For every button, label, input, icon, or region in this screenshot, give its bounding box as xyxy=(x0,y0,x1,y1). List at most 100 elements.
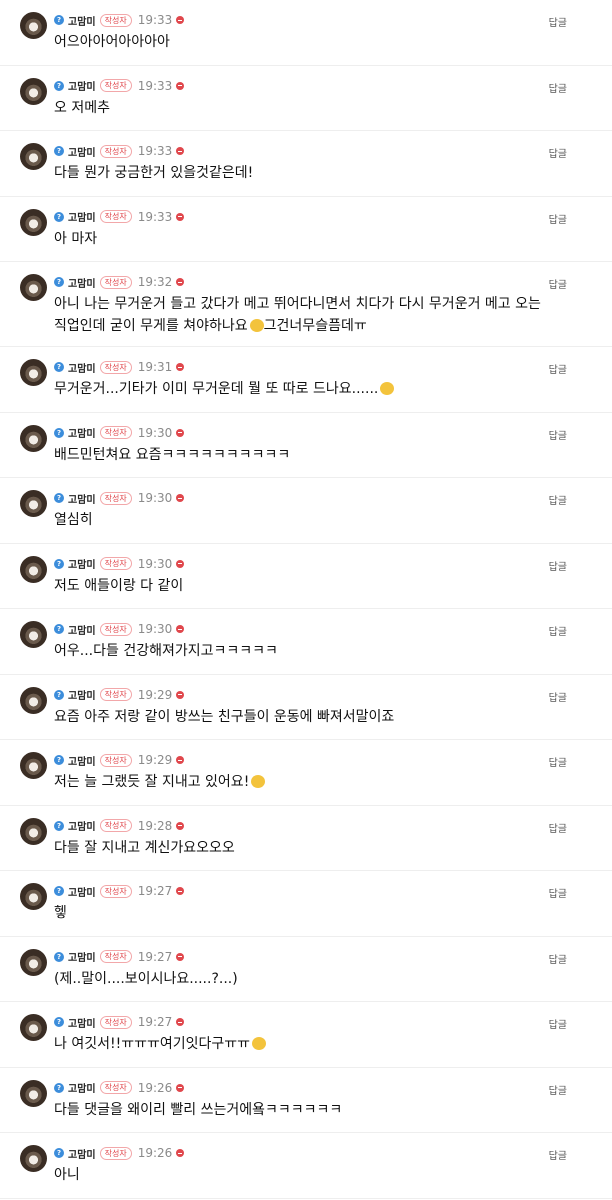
reply-button[interactable]: 답글 xyxy=(549,427,567,442)
comment-meta: ? 고맘미 작성자 19:30 xyxy=(54,490,185,506)
reply-button[interactable]: 답글 xyxy=(549,14,567,29)
reply-button[interactable]: 답글 xyxy=(549,623,567,638)
reply-button[interactable]: 답글 xyxy=(549,276,567,291)
author-badge: 작성자 xyxy=(99,819,132,832)
level-icon: ? xyxy=(54,1082,64,1093)
avatar[interactable] xyxy=(20,77,47,105)
nickname[interactable]: 고맘미 xyxy=(68,144,96,159)
nickname[interactable]: 고맘미 xyxy=(68,753,96,768)
avatar[interactable] xyxy=(20,555,47,583)
avatar[interactable] xyxy=(20,686,47,714)
nickname[interactable]: 고맘미 xyxy=(68,209,96,224)
nickname[interactable]: 고맘미 xyxy=(68,78,96,93)
report-icon[interactable] xyxy=(176,494,185,502)
report-icon[interactable] xyxy=(176,821,185,830)
comment-body: 헿 xyxy=(54,902,572,924)
comment-item: ? 고맘미 작성자 19:26 답글 다들 댓글을 왜이리 빨리 쓰는거에욬ㅋㅋㅋㅋㅋㅋ xyxy=(0,1068,612,1133)
comment-body: 어으아아어아아아아 xyxy=(54,31,572,53)
avatar[interactable] xyxy=(20,274,47,301)
nickname[interactable]: 고맘미 xyxy=(68,622,96,637)
level-icon: ? xyxy=(54,277,64,287)
avatar[interactable] xyxy=(20,424,47,452)
reply-button[interactable]: 답글 xyxy=(549,689,567,704)
reply-button[interactable]: 답글 xyxy=(549,80,567,95)
report-icon[interactable] xyxy=(176,81,185,90)
report-icon[interactable] xyxy=(176,1018,185,1026)
reply-button[interactable]: 답글 xyxy=(549,492,567,507)
report-icon[interactable] xyxy=(176,952,185,961)
avatar[interactable] xyxy=(20,12,47,39)
nickname[interactable]: 고맘미 xyxy=(68,275,96,290)
nickname[interactable]: 고맘미 xyxy=(68,1080,96,1095)
reply-button[interactable]: 답글 xyxy=(549,820,567,835)
nickname[interactable]: 고맘미 xyxy=(68,13,96,28)
comment-meta: ? 고맘미 작성자 19:26 xyxy=(54,1080,185,1096)
reply-button[interactable]: 답글 xyxy=(549,951,567,966)
comment-meta: ? 고맘미 작성자 19:30 xyxy=(54,621,185,637)
nickname[interactable]: 고맘미 xyxy=(68,884,96,899)
nickname[interactable]: 고맘미 xyxy=(68,1015,96,1030)
reply-button[interactable]: 답글 xyxy=(549,1082,567,1097)
comment-text: 다들 잘 지내고 계신가요오오오 xyxy=(54,839,235,856)
reply-button[interactable]: 답글 xyxy=(549,361,567,376)
comment-item: ? 고맘미 작성자 19:33 답글 오 저메추 xyxy=(0,66,612,131)
avatar[interactable] xyxy=(20,752,47,779)
reply-button[interactable]: 답글 xyxy=(549,1016,567,1031)
reply-button[interactable]: 답글 xyxy=(549,754,567,769)
reply-button[interactable]: 답글 xyxy=(549,885,567,900)
comment-item: ? 고맘미 작성자 19:33 답글 다들 뭔가 궁금한거 있을것같은데! xyxy=(0,131,612,197)
reply-button[interactable]: 답글 xyxy=(549,558,567,573)
comment-text: 어우...다들 건강해져가지고ㅋㅋㅋㅋㅋ xyxy=(54,643,278,659)
author-badge: 작성자 xyxy=(99,491,132,505)
nickname[interactable]: 고맘미 xyxy=(68,687,96,702)
level-icon: ? xyxy=(54,624,64,634)
report-icon[interactable] xyxy=(176,1149,185,1157)
nickname[interactable]: 고맘미 xyxy=(68,360,96,375)
avatar[interactable] xyxy=(20,621,47,648)
comment-meta: ? 고맘미 작성자 19:28 xyxy=(54,818,185,834)
report-icon[interactable] xyxy=(176,278,185,286)
nickname[interactable]: 고맘미 xyxy=(68,818,96,833)
report-icon[interactable] xyxy=(176,887,185,895)
avatar[interactable] xyxy=(20,1014,47,1041)
comment-item: ? 고맘미 작성자 19:29 답글 요즘 아주 저랑 같이 방쓰는 친구들이 운동에 빠… xyxy=(0,675,612,740)
avatar[interactable] xyxy=(20,143,47,170)
comment-meta: ? 고맘미 작성자 19:27 xyxy=(54,883,185,899)
comment-meta: ? 고맘미 작성자 19:33 xyxy=(54,12,185,28)
avatar[interactable] xyxy=(20,208,47,236)
nickname[interactable]: 고맘미 xyxy=(68,556,96,571)
report-icon[interactable] xyxy=(176,690,185,699)
report-icon[interactable] xyxy=(176,16,185,24)
author-badge: 작성자 xyxy=(99,557,132,570)
report-icon[interactable] xyxy=(176,559,185,568)
avatar[interactable] xyxy=(20,1079,47,1107)
author-badge: 작성자 xyxy=(99,688,132,701)
report-icon[interactable] xyxy=(176,363,185,371)
avatar[interactable] xyxy=(20,948,47,976)
comment-body: 아 마자 xyxy=(54,228,572,250)
level-icon: ? xyxy=(54,951,64,962)
reply-button[interactable]: 답글 xyxy=(549,1147,567,1162)
report-icon[interactable] xyxy=(176,147,185,155)
comment-body: 다들 잘 지내고 계신가요오오오 xyxy=(54,837,572,859)
nickname[interactable]: 고맘미 xyxy=(68,491,96,506)
reply-button[interactable]: 답글 xyxy=(549,145,567,160)
report-icon[interactable] xyxy=(176,625,185,633)
nickname[interactable]: 고맘미 xyxy=(68,425,96,440)
report-icon[interactable] xyxy=(176,212,185,221)
report-icon[interactable] xyxy=(176,428,185,437)
nickname[interactable]: 고맘미 xyxy=(68,1146,96,1161)
report-icon[interactable] xyxy=(176,756,185,764)
avatar[interactable] xyxy=(20,883,47,910)
avatar[interactable] xyxy=(20,359,47,386)
comment-meta: ? 고맘미 작성자 19:33 xyxy=(54,78,185,94)
comment-item: ? 고맘미 작성자 19:30 답글 배드민턴쳐요 요즘ㅋㅋㅋㅋㅋㅋㅋㅋㅋㅋ xyxy=(0,413,612,478)
avatar[interactable] xyxy=(20,817,47,845)
nickname[interactable]: 고맘미 xyxy=(68,949,96,964)
reply-button[interactable]: 답글 xyxy=(549,211,567,226)
avatar[interactable] xyxy=(20,1145,47,1172)
report-icon[interactable] xyxy=(176,1083,185,1092)
comment-meta: ? 고맘미 작성자 19:26 xyxy=(54,1145,185,1161)
comment-item: ? 고맘미 작성자 19:30 답글 어우...다들 건강해져가지고ㅋㅋㅋㅋㅋ xyxy=(0,609,612,675)
avatar[interactable] xyxy=(20,490,47,517)
